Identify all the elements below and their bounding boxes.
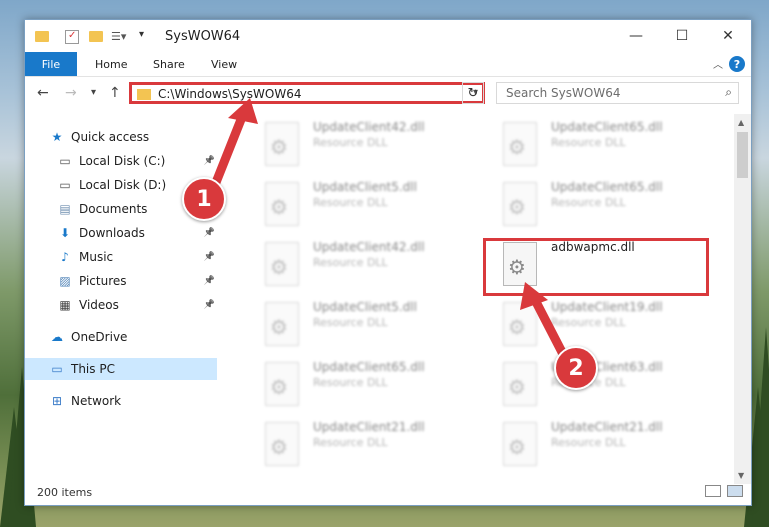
arrow-to-file [528, 291, 570, 363]
arrow-to-address-bar [208, 107, 249, 195]
callout-number-2: 2 [554, 346, 598, 390]
arrow-head-1 [228, 98, 258, 124]
annotation-arrows [208, 98, 570, 363]
callout-number-1: 1 [182, 177, 226, 221]
